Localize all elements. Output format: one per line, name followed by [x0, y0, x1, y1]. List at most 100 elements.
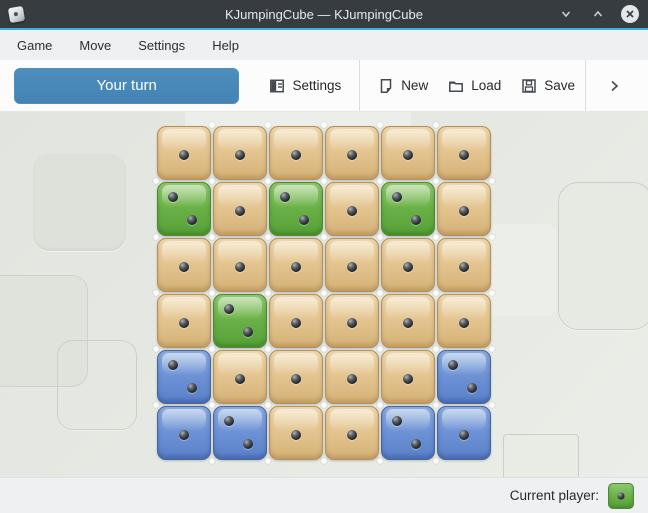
current-player-cube	[608, 483, 634, 509]
settings-icon	[269, 78, 285, 94]
board-corner-nub	[209, 122, 215, 128]
background-decoration	[503, 434, 579, 477]
cube-neutral[interactable]	[381, 294, 435, 348]
app-window: KJumpingCube — KJumpingCube	[0, 0, 648, 513]
board-corner-nub	[265, 122, 271, 128]
turn-indicator-label: Your turn	[97, 77, 157, 94]
cube-neutral[interactable]	[269, 238, 323, 292]
cube-neutral[interactable]	[213, 182, 267, 236]
cube-blue-player[interactable]	[437, 350, 491, 404]
die-dot	[291, 318, 301, 328]
cube-neutral[interactable]	[269, 294, 323, 348]
cube-blue-player[interactable]	[381, 406, 435, 460]
chevron-down-icon	[559, 7, 573, 21]
save-button[interactable]: Save	[511, 78, 585, 94]
background-decoration	[488, 224, 556, 316]
toolbar-overflow-button[interactable]	[594, 78, 634, 94]
cube-neutral[interactable]	[381, 238, 435, 292]
cube-neutral[interactable]	[325, 350, 379, 404]
menu-move[interactable]: Move	[79, 38, 111, 53]
die-dot	[179, 262, 189, 272]
cube-neutral[interactable]	[325, 294, 379, 348]
cube-neutral[interactable]	[381, 350, 435, 404]
board-corner-nub	[321, 122, 327, 128]
board-corner-nub	[433, 178, 439, 184]
load-button[interactable]: Load	[438, 78, 511, 94]
board-corner-nub	[321, 346, 327, 352]
board-corner-nub	[265, 234, 271, 240]
board-corner-nub	[377, 234, 383, 240]
board-corner-nub	[265, 178, 271, 184]
toolbar-separator	[359, 60, 360, 111]
turn-indicator-button[interactable]: Your turn	[14, 68, 239, 104]
cube-neutral[interactable]	[157, 238, 211, 292]
cube-neutral[interactable]	[325, 126, 379, 180]
cube-green-player[interactable]	[381, 182, 435, 236]
minimize-button[interactable]	[557, 5, 575, 23]
cube-neutral[interactable]	[325, 406, 379, 460]
die-dot	[168, 360, 178, 370]
background-decoration	[33, 154, 126, 251]
background-decoration	[558, 182, 648, 330]
board-corner-nub	[209, 178, 215, 184]
die-dot	[224, 416, 234, 426]
board-corner-nub	[153, 234, 159, 240]
new-document-icon	[378, 78, 394, 94]
menu-game[interactable]: Game	[17, 38, 52, 53]
close-icon	[621, 5, 639, 23]
cube-neutral[interactable]	[437, 238, 491, 292]
cube-green-player[interactable]	[269, 182, 323, 236]
cube-neutral[interactable]	[269, 406, 323, 460]
die-dot	[179, 318, 189, 328]
cube-neutral[interactable]	[437, 182, 491, 236]
cube-neutral[interactable]	[269, 126, 323, 180]
board-corner-nub	[433, 234, 439, 240]
cube-neutral[interactable]	[157, 126, 211, 180]
die-dot	[448, 360, 458, 370]
new-button[interactable]: New	[368, 78, 438, 94]
die-dot	[291, 430, 301, 440]
cube-neutral[interactable]	[213, 238, 267, 292]
cube-neutral[interactable]	[437, 294, 491, 348]
cube-neutral[interactable]	[213, 350, 267, 404]
board-corner-nub	[321, 178, 327, 184]
cube-neutral[interactable]	[437, 126, 491, 180]
close-button[interactable]	[621, 5, 639, 23]
cube-blue-player[interactable]	[213, 406, 267, 460]
board-corner-nub	[489, 178, 495, 184]
die-dot	[403, 150, 413, 160]
cube-neutral[interactable]	[213, 126, 267, 180]
die-dot	[392, 416, 402, 426]
maximize-button[interactable]	[589, 5, 607, 23]
new-label: New	[401, 78, 428, 93]
board-corner-nub	[265, 290, 271, 296]
menu-settings[interactable]: Settings	[138, 38, 185, 53]
cube-neutral[interactable]	[325, 182, 379, 236]
cube-blue-player[interactable]	[437, 406, 491, 460]
menu-help[interactable]: Help	[212, 38, 239, 53]
toolbar: Your turn Settings New Load	[0, 60, 648, 112]
cube-neutral[interactable]	[157, 294, 211, 348]
board-corner-nub	[321, 234, 327, 240]
die-dot	[347, 430, 357, 440]
die-dot	[347, 262, 357, 272]
chevron-right-icon	[606, 78, 622, 94]
die-dot	[403, 262, 413, 272]
die-dot	[392, 192, 402, 202]
settings-button[interactable]: Settings	[259, 78, 351, 94]
die-dot	[347, 318, 357, 328]
die-dot	[459, 150, 469, 160]
cube-neutral[interactable]	[381, 126, 435, 180]
cube-neutral[interactable]	[325, 238, 379, 292]
background-decoration	[57, 340, 137, 430]
cube-green-player[interactable]	[213, 294, 267, 348]
cube-neutral[interactable]	[269, 350, 323, 404]
settings-label: Settings	[292, 78, 341, 93]
current-player-label: Current player:	[510, 488, 599, 503]
cube-blue-player[interactable]	[157, 406, 211, 460]
cube-blue-player[interactable]	[157, 350, 211, 404]
board-corner-nub	[265, 402, 271, 408]
cube-green-player[interactable]	[157, 182, 211, 236]
die-dot	[235, 262, 245, 272]
die-dot	[243, 439, 253, 449]
